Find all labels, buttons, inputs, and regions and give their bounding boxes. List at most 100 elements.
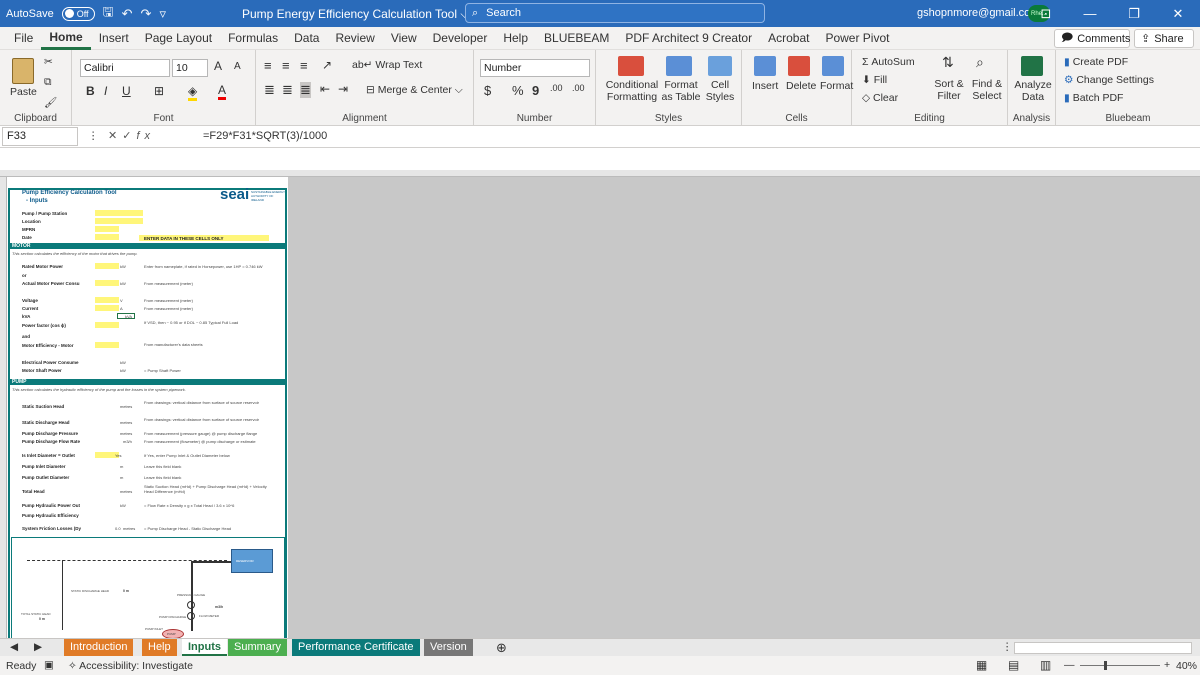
sort-filter-button[interactable]: Sort & Filter bbox=[932, 78, 966, 102]
underline-button[interactable]: U bbox=[122, 84, 131, 98]
tab-power-pivot[interactable]: Power Pivot bbox=[817, 27, 897, 50]
ribbon-display-icon[interactable]: ⊡ bbox=[1024, 0, 1068, 27]
input-actual-power[interactable] bbox=[95, 280, 119, 286]
sheet-tab-help[interactable]: Help bbox=[142, 639, 177, 656]
formula-buttons[interactable]: ✕✓fx bbox=[108, 129, 155, 142]
shrink-font-button[interactable]: A bbox=[234, 61, 241, 72]
redo-icon[interactable]: ↷ bbox=[141, 6, 152, 22]
tab-pdf-architect[interactable]: PDF Architect 9 Creator bbox=[617, 27, 760, 50]
paste-label[interactable]: Paste bbox=[10, 86, 37, 98]
horizontal-scrollbar[interactable] bbox=[1014, 642, 1192, 654]
find-select-icon[interactable]: ⌕ bbox=[976, 54, 984, 71]
copy-icon[interactable]: ⧉ bbox=[44, 76, 52, 89]
tab-developer[interactable]: Developer bbox=[425, 27, 496, 50]
customize-quick-access-icon[interactable]: ▿ bbox=[159, 6, 166, 22]
align-bottom-icon[interactable]: ≡ bbox=[300, 58, 308, 73]
delete-cells-button[interactable]: Delete bbox=[786, 80, 816, 92]
input-mprn[interactable] bbox=[95, 226, 119, 232]
input-pump-station[interactable] bbox=[95, 210, 143, 216]
cut-icon[interactable]: ✂ bbox=[44, 56, 53, 68]
insert-cells-icon[interactable] bbox=[754, 56, 776, 76]
close-icon[interactable]: ✕ bbox=[1156, 0, 1200, 27]
more-icon[interactable]: ⋮ bbox=[88, 130, 99, 142]
create-pdf-button[interactable]: ▮ Create PDF bbox=[1064, 56, 1128, 68]
tab-options-icon[interactable]: ⋮ bbox=[1002, 641, 1013, 653]
input-motor-efficiency[interactable] bbox=[95, 342, 119, 348]
align-middle-icon[interactable]: ≡ bbox=[282, 58, 290, 73]
sort-filter-icon[interactable]: ⇅ bbox=[942, 54, 954, 71]
save-icon[interactable]: 🖫 bbox=[103, 3, 114, 25]
format-as-table-icon[interactable] bbox=[666, 56, 692, 76]
decrease-indent-icon[interactable]: ⇤ bbox=[320, 82, 330, 96]
delete-cells-icon[interactable] bbox=[788, 56, 810, 76]
analyze-data-icon[interactable] bbox=[1021, 56, 1043, 76]
normal-view-icon[interactable]: ▦ bbox=[976, 658, 987, 672]
add-sheet-icon[interactable]: ⊕ bbox=[496, 640, 507, 656]
analyze-data-button[interactable]: Analyze Data bbox=[1012, 79, 1054, 103]
share-button[interactable]: ⇪ Share bbox=[1134, 29, 1194, 48]
input-voltage[interactable] bbox=[95, 297, 119, 303]
currency-button[interactable]: $ bbox=[484, 83, 491, 98]
name-box[interactable]: F33 bbox=[2, 127, 78, 146]
row-headers[interactable] bbox=[0, 177, 7, 638]
comma-button[interactable]: 9 bbox=[532, 83, 539, 98]
input-location[interactable] bbox=[95, 218, 143, 224]
font-color-icon[interactable]: A bbox=[218, 83, 227, 100]
document-title[interactable]: Pump Energy Efficiency Calculation Tool … bbox=[242, 7, 469, 22]
fill-color-icon[interactable]: ◈ bbox=[188, 84, 198, 101]
macro-icon[interactable]: ▣ bbox=[44, 659, 54, 671]
autosum-button[interactable]: Σ AutoSum bbox=[862, 56, 915, 68]
tab-view[interactable]: View bbox=[383, 27, 425, 50]
font-size-select[interactable]: 10 bbox=[172, 59, 208, 77]
restore-icon[interactable]: ❐ bbox=[1112, 0, 1156, 27]
zoom-in-icon[interactable]: + bbox=[1164, 659, 1170, 671]
column-headers[interactable] bbox=[0, 170, 1200, 177]
conditional-formatting-button[interactable]: Conditional Formatting bbox=[604, 79, 660, 103]
sheet-tab-introduction[interactable]: Introduction bbox=[64, 639, 134, 656]
font-name-select[interactable]: Calibri bbox=[80, 59, 170, 77]
tab-acrobat[interactable]: Acrobat bbox=[760, 27, 817, 50]
undo-icon[interactable]: ↶ bbox=[122, 6, 133, 22]
sheet-tab-summary[interactable]: Summary bbox=[228, 639, 288, 656]
align-left-icon[interactable]: ≣ bbox=[264, 82, 275, 98]
increase-indent-icon[interactable]: ⇥ bbox=[338, 82, 348, 96]
grow-font-button[interactable]: A bbox=[214, 59, 222, 73]
bold-button[interactable]: B bbox=[86, 84, 95, 98]
cell-styles-icon[interactable] bbox=[708, 56, 732, 76]
tab-insert[interactable]: Insert bbox=[91, 27, 137, 50]
worksheet-grid[interactable]: Pump Efficiency Calculation Tool - Input… bbox=[0, 170, 1200, 638]
tab-review[interactable]: Review bbox=[327, 27, 382, 50]
format-as-table-button[interactable]: Format as Table bbox=[660, 79, 702, 103]
decrease-decimal-button[interactable]: .00 bbox=[572, 83, 585, 93]
tab-data[interactable]: Data bbox=[286, 27, 327, 50]
conditional-formatting-icon[interactable] bbox=[618, 56, 644, 76]
tab-page-layout[interactable]: Page Layout bbox=[137, 27, 220, 50]
paste-icon[interactable] bbox=[12, 58, 34, 84]
cell-styles-button[interactable]: Cell Styles bbox=[702, 79, 738, 103]
formula-input[interactable]: =F29*F31*SQRT(3)/1000 bbox=[203, 130, 327, 142]
clear-button[interactable]: ◇ Clear bbox=[862, 92, 898, 104]
comments-button[interactable]: 🗩 Comments bbox=[1054, 29, 1130, 48]
merge-center-button[interactable]: ⊟ Merge & Center ⌵ bbox=[366, 84, 463, 97]
format-cells-button[interactable]: Format bbox=[820, 80, 853, 92]
format-cells-icon[interactable] bbox=[822, 56, 844, 76]
accessibility-button[interactable]: ✧ Accessibility: Investigate bbox=[68, 660, 193, 672]
input-rated-power[interactable] bbox=[95, 263, 119, 269]
zoom-out-icon[interactable]: — bbox=[1064, 659, 1075, 671]
tab-file[interactable]: File bbox=[6, 27, 41, 50]
tab-bluebeam[interactable]: BLUEBEAM bbox=[536, 27, 617, 50]
user-email[interactable]: gshopnmore@gmail.com bbox=[917, 7, 1039, 19]
change-settings-button[interactable]: ⚙ Change Settings bbox=[1064, 74, 1154, 86]
find-select-button[interactable]: Find & Select bbox=[968, 78, 1006, 102]
orientation-icon[interactable]: ↗ bbox=[322, 58, 332, 72]
minimize-icon[interactable]: — bbox=[1068, 0, 1112, 27]
page-break-view-icon[interactable]: ▥ bbox=[1040, 658, 1051, 672]
align-top-icon[interactable]: ≡ bbox=[264, 58, 272, 73]
input-power-factor[interactable] bbox=[95, 322, 119, 328]
wrap-text-button[interactable]: ab↵ Wrap Text bbox=[352, 59, 422, 71]
zoom-level[interactable]: 40% bbox=[1176, 660, 1197, 672]
insert-function-icon[interactable]: fx bbox=[136, 130, 155, 142]
increase-decimal-button[interactable]: .00 bbox=[550, 83, 563, 93]
zoom-slider-thumb[interactable] bbox=[1104, 661, 1107, 670]
insert-cells-button[interactable]: Insert bbox=[752, 80, 778, 92]
